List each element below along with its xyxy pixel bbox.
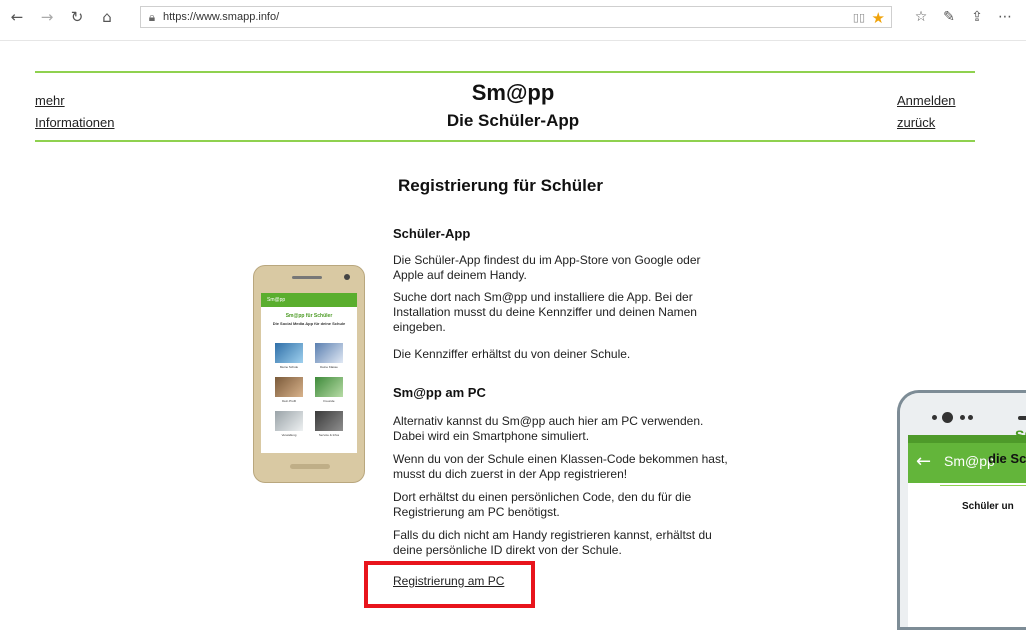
url-text[interactable]: https://www.smapp.info/ — [163, 11, 279, 23]
paragraph: Falls du dich nicht am Handy registriere… — [393, 528, 712, 557]
phone-subheading: die Sc — [988, 451, 1026, 466]
phone-text-line: Schüler un — [962, 501, 1014, 512]
tile-label: Freunde — [323, 399, 335, 403]
more-icon[interactable]: ⋯ — [994, 6, 1016, 28]
tile-image — [275, 343, 303, 363]
notes-icon[interactable]: ✎ — [938, 6, 960, 28]
phone-sensor-dot — [968, 415, 973, 420]
home-icon[interactable]: ⌂ — [96, 6, 118, 28]
header-bottom-line — [35, 140, 975, 142]
back-icon[interactable]: ← — [6, 6, 28, 28]
registrierung-am-pc-link[interactable]: Registrierung am PC — [393, 574, 504, 588]
phone-app-title: Sm@pp für Schüler — [285, 313, 333, 319]
phone-camera — [344, 274, 350, 280]
tile-label: Deine Klasse — [320, 365, 338, 369]
paragraph: Alternativ kannst du Sm@pp auch hier am … — [393, 414, 704, 443]
tile-image — [315, 411, 343, 431]
paragraph: Dort erhältst du einen persönlichen Code… — [393, 490, 692, 519]
tile-image — [315, 343, 343, 363]
phone-divider — [940, 485, 1026, 486]
tile-image — [275, 411, 303, 431]
phone-illustration: Sm@pp Sm@pp für Schüler Die Social Media… — [253, 265, 365, 483]
paragraph: Die Schüler-App findest du im App-Store … — [393, 253, 701, 282]
tile-label: Meine Schule — [279, 365, 299, 369]
tile-image — [315, 377, 343, 397]
paragraph: Die Kennziffer erhältst du von deiner Sc… — [393, 347, 631, 361]
site-subtitle: Die Schüler-App — [446, 111, 580, 130]
tile-label: Service & Infos — [318, 433, 340, 437]
refresh-icon[interactable]: ↻ — [66, 6, 88, 28]
tile-image — [275, 377, 303, 397]
phone-screen: Sm@pp Sm@pp für Schüler Die Social Media… — [261, 293, 357, 453]
phone-status-bar — [908, 435, 1026, 443]
phone-speaker — [1018, 416, 1026, 420]
favorite-star-icon[interactable]: ★ — [872, 9, 885, 27]
lock-icon: 🔒︎ — [148, 9, 156, 24]
phone-app-bar: Sm@pp — [261, 293, 357, 307]
phone-heading: Sm — [1015, 427, 1026, 443]
paragraph: Suche dort nach Sm@pp und installiere di… — [393, 290, 697, 334]
tile-label: Dein Profil — [282, 399, 296, 403]
share-icon[interactable]: ⇪ — [966, 6, 988, 28]
paragraph: Wenn du von der Schule einen Klassen-Cod… — [393, 452, 728, 481]
forward-icon[interactable]: → — [36, 6, 58, 28]
browser-toolbar: ← → ↻ ⌂ 🔒︎ https://www.smapp.info/ ▯▯ ★ … — [0, 0, 1026, 41]
site-title: Sm@pp — [471, 80, 555, 105]
phone-camera — [942, 412, 953, 423]
header-top-line — [35, 71, 975, 73]
anmelden-link[interactable]: Anmelden — [897, 93, 956, 108]
address-bar[interactable]: 🔒︎ https://www.smapp.info/ ▯▯ ★ — [140, 6, 892, 28]
reading-view-icon[interactable]: ▯▯ — [853, 11, 865, 24]
section-title-app: Schüler-App — [393, 226, 471, 241]
phone-sensor-dot — [960, 415, 965, 420]
back-arrow-icon: ← — [916, 451, 932, 472]
section-title-pc: Sm@pp am PC — [393, 385, 486, 400]
phone-app-subtitle: Die Social Media App für deine Schule — [272, 321, 346, 326]
phone-sensor-dot — [932, 415, 937, 420]
page-heading: Registrierung für Schüler — [398, 176, 603, 195]
zurueck-link[interactable]: zurück — [897, 115, 935, 130]
large-phone-illustration: ← Sm@pp Sm die Sc Schüler un — [897, 390, 1026, 630]
tile-label: Verwaltung — [281, 433, 297, 437]
favorites-list-icon[interactable]: ☆ — [910, 6, 932, 28]
phone-home-button — [290, 464, 330, 469]
phone-speaker — [292, 276, 322, 279]
